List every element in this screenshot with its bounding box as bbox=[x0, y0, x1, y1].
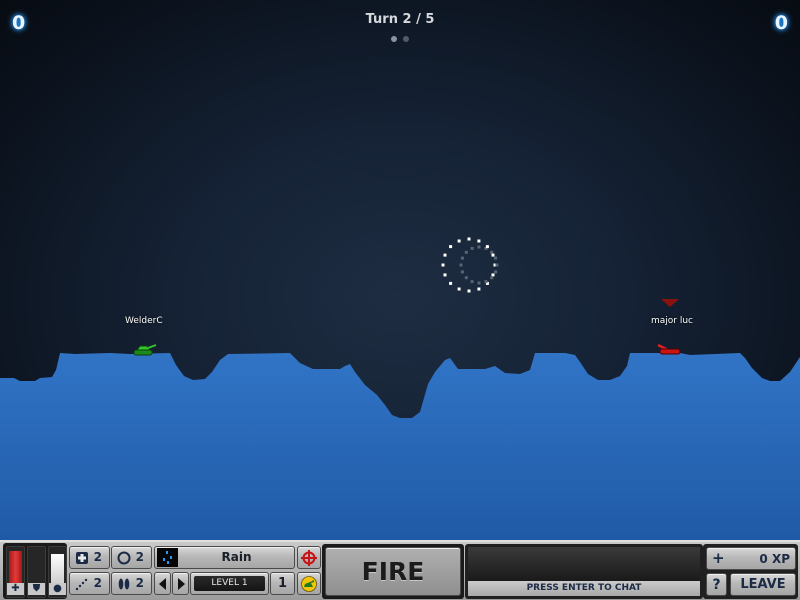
spinner-dot bbox=[477, 287, 481, 291]
spinner-dot-shadow bbox=[464, 276, 468, 280]
spinner-dot bbox=[443, 253, 447, 257]
shield-icon: ⛊ bbox=[28, 583, 45, 595]
item-footsteps[interactable]: 2 bbox=[111, 572, 152, 595]
spinner-dot bbox=[443, 273, 447, 277]
loading-spinner-icon bbox=[441, 237, 499, 293]
spinner-dot bbox=[449, 281, 453, 285]
item-count: 2 bbox=[93, 576, 102, 590]
spinner-dot bbox=[485, 245, 489, 249]
spinner-dot-shadow bbox=[477, 281, 481, 285]
arrow-left-icon bbox=[159, 578, 166, 590]
ring-icon bbox=[117, 551, 131, 565]
spinner-dot-shadow bbox=[464, 250, 468, 254]
item-count: 2 bbox=[135, 576, 144, 590]
weapon-level: LEVEL 1 bbox=[194, 576, 265, 591]
plus-icon: ✚ bbox=[7, 583, 24, 595]
crosshair-icon bbox=[301, 550, 317, 566]
item-repair-kit[interactable]: 2 bbox=[69, 546, 110, 569]
chat-input[interactable]: PRESS ENTER TO CHAT bbox=[468, 581, 700, 596]
spinner-dot-shadow bbox=[470, 280, 474, 284]
dotted-path-icon bbox=[75, 578, 88, 591]
prev-weapon-button[interactable] bbox=[154, 572, 171, 595]
player-tank-green[interactable] bbox=[131, 343, 159, 357]
footsteps-icon bbox=[118, 578, 130, 590]
spinner-dot-shadow bbox=[460, 270, 464, 274]
fire-button[interactable]: FIRE bbox=[325, 547, 461, 596]
spinner-dot-shadow bbox=[459, 263, 463, 267]
spinner-dot bbox=[457, 287, 461, 291]
spinner-dot bbox=[449, 245, 453, 249]
xp-display[interactable]: + 0 XP bbox=[706, 547, 796, 570]
xp-value: 0 XP bbox=[759, 552, 790, 566]
spinner-dot bbox=[477, 239, 481, 243]
spinner-dot bbox=[491, 253, 495, 257]
turn-counter: Turn 2 / 5 bbox=[365, 12, 435, 27]
next-weapon-button[interactable] bbox=[172, 572, 189, 595]
turn-dot bbox=[391, 36, 397, 42]
player-name-label: major luc bbox=[651, 316, 694, 326]
spinner-dot bbox=[491, 273, 495, 277]
ball-icon: ● bbox=[49, 583, 66, 595]
help-button[interactable]: ? bbox=[706, 573, 727, 596]
chat-log bbox=[468, 547, 700, 581]
item-count: 2 bbox=[135, 550, 144, 564]
aim-button[interactable] bbox=[297, 546, 321, 569]
item-shield-bubble[interactable]: 2 bbox=[111, 546, 152, 569]
spinner-dot bbox=[467, 237, 471, 241]
item-teleport[interactable]: 2 bbox=[69, 572, 110, 595]
player-name-label: WelderC bbox=[125, 316, 163, 326]
weapon-name: Rain bbox=[221, 550, 252, 564]
terrain bbox=[0, 353, 800, 540]
game-hud: ✚ ⛊ ● 2 2 2 2 Rain LEVEL 1 1 FIRE PRESS … bbox=[0, 540, 800, 600]
spinner-dot-shadow bbox=[494, 270, 498, 274]
leave-button[interactable]: LEAVE bbox=[730, 573, 796, 596]
shield-bar: ⛊ bbox=[27, 546, 46, 598]
spinner-dot-shadow bbox=[495, 263, 499, 267]
weapon-ammo-count: 1 bbox=[270, 572, 295, 595]
spinner-dot-shadow bbox=[494, 256, 498, 260]
arrow-right-icon bbox=[178, 578, 185, 590]
power-bar: ● bbox=[48, 546, 67, 598]
rain-icon bbox=[157, 548, 178, 567]
spinner-dot-shadow bbox=[460, 256, 464, 260]
spinner-dot bbox=[457, 239, 461, 243]
health-bar: ✚ bbox=[6, 546, 25, 598]
plus-icon: + bbox=[712, 549, 725, 567]
item-count: 2 bbox=[93, 550, 102, 564]
turn-indicator-dots bbox=[391, 36, 409, 42]
tank-select-button[interactable] bbox=[297, 572, 321, 595]
spinner-dot-shadow bbox=[477, 245, 481, 249]
weapon-selector[interactable]: Rain bbox=[154, 546, 295, 569]
active-player-marker-icon bbox=[661, 299, 679, 307]
spinner-dot bbox=[467, 289, 471, 293]
spinner-dot bbox=[441, 263, 445, 267]
player-tank-red[interactable] bbox=[654, 342, 684, 356]
spinner-dot-shadow bbox=[490, 276, 494, 280]
turn-dot bbox=[403, 36, 409, 42]
tank-badge-icon bbox=[301, 576, 317, 592]
weapon-level-frame: LEVEL 1 bbox=[190, 572, 269, 595]
medkit-icon bbox=[76, 552, 88, 564]
spinner-dot-shadow bbox=[470, 246, 474, 250]
spinner-dot-shadow bbox=[490, 250, 494, 254]
spinner-dot-shadow bbox=[484, 280, 488, 284]
